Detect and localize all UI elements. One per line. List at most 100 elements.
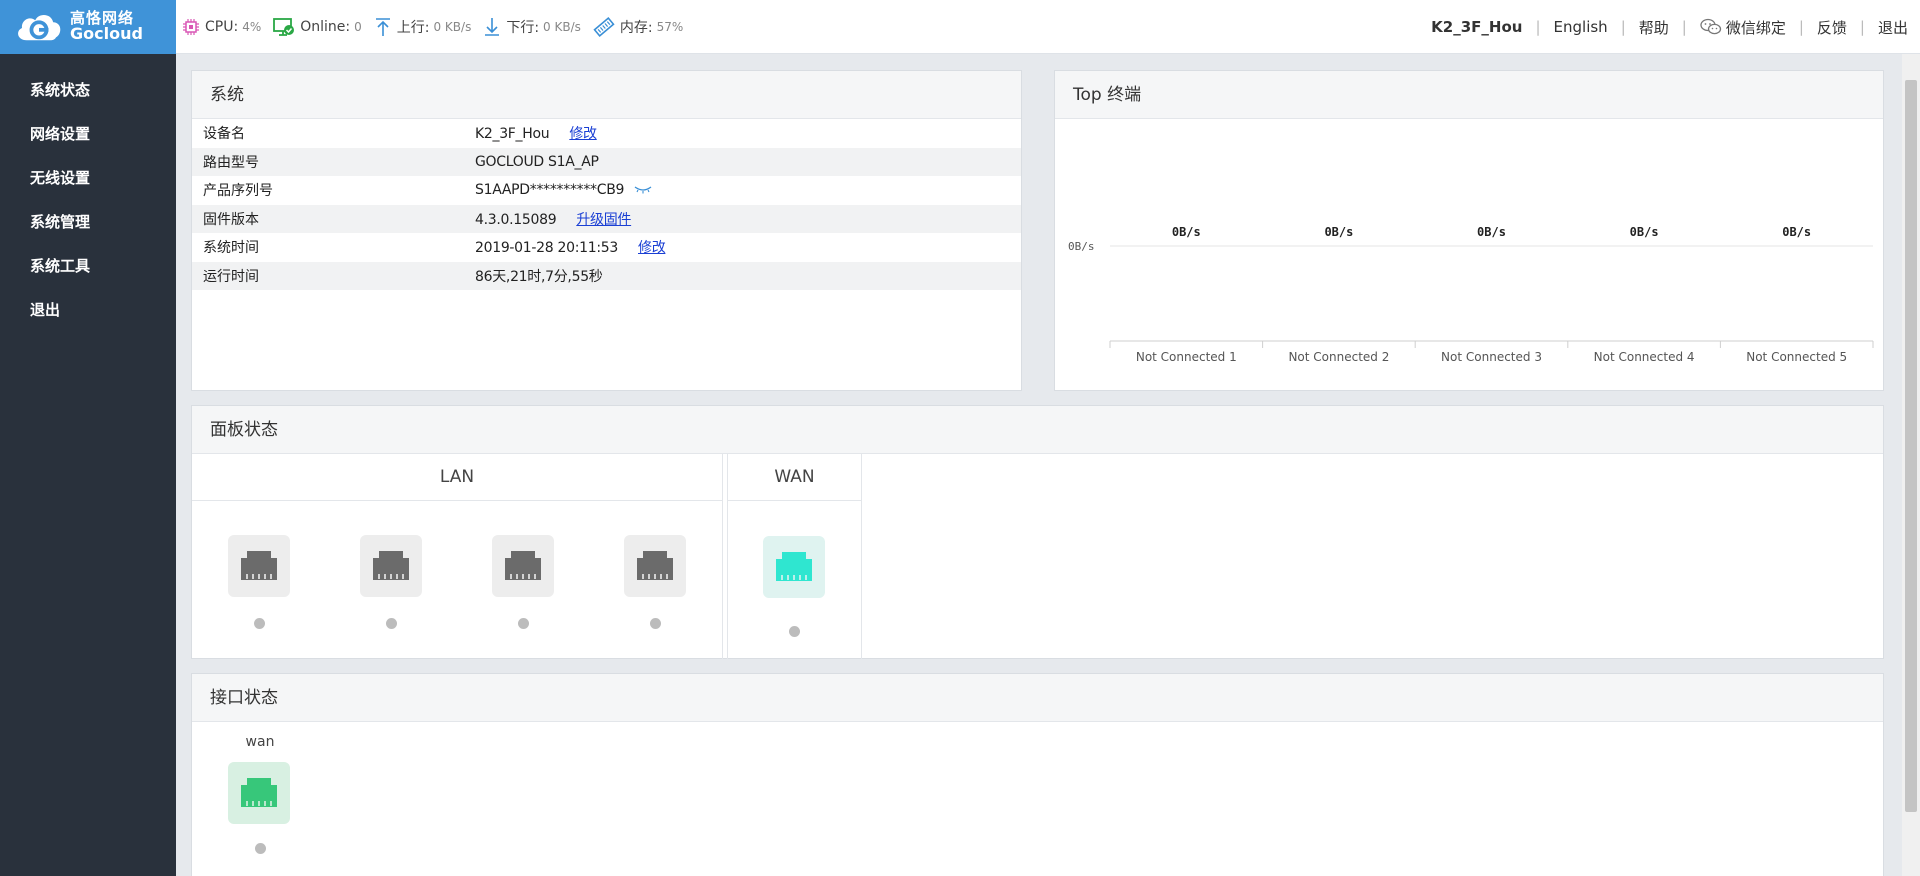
- interface-wan: wan: [228, 734, 292, 854]
- wan-label: WAN: [728, 454, 861, 501]
- divider: |: [1681, 18, 1687, 36]
- bar-value-label: 0B/s: [1172, 225, 1201, 239]
- divider: |: [1620, 18, 1626, 36]
- y-tick-label: 0B/s: [1068, 240, 1095, 253]
- status-strip: CPU: 4% Online: 0 上行: 0 KB/s 下行: 0 KB/s …: [182, 0, 695, 54]
- download-arrow-icon: [485, 18, 500, 36]
- memory-status: 内存: 57%: [593, 17, 683, 37]
- feedback-link[interactable]: 反馈: [1817, 17, 1847, 38]
- table-row: 运行时间 86天,21时,7分,55秒: [192, 261, 1021, 290]
- lan-port-box: [624, 535, 686, 597]
- table-row: 路由型号 GOCLOUD S1A_AP: [192, 147, 1021, 176]
- sidebar-item-system-status[interactable]: 系统状态: [0, 68, 176, 112]
- table-row: 固件版本 4.3.0.15089 升级固件: [192, 204, 1021, 233]
- device-name-key: 设备名: [203, 126, 245, 143]
- ethernet-port-icon: [505, 551, 541, 580]
- online-label: Online:: [300, 19, 351, 35]
- sidebar-item-logout[interactable]: 退出: [0, 288, 176, 332]
- interface-status-panel: 接口状态 wan: [191, 673, 1884, 876]
- uptime-key: 运行时间: [192, 261, 464, 290]
- panel-status-panel: 面板状态 LAN WAN: [191, 405, 1884, 659]
- monitor-check-icon: [273, 18, 295, 36]
- sidebar: 系统状态 网络设置 无线设置 系统管理 系统工具 退出: [0, 54, 176, 876]
- lan-group: LAN: [192, 454, 723, 659]
- page-scrollbar[interactable]: [1902, 54, 1920, 876]
- cpu-status: CPU: 4%: [182, 18, 261, 36]
- lan-status-dot: [386, 618, 397, 629]
- lan-port-3: [492, 535, 554, 629]
- upgrade-firmware-link[interactable]: 升级固件: [576, 212, 631, 228]
- sidebar-item-network-settings[interactable]: 网络设置: [0, 112, 176, 156]
- x-tick-label: Not Connected 2: [1288, 350, 1389, 364]
- online-status: Online: 0: [273, 17, 362, 37]
- firmware-version-key: 固件版本: [192, 204, 464, 233]
- help-link[interactable]: 帮助: [1639, 17, 1669, 38]
- lan-port-box: [228, 535, 290, 597]
- cpu-value: 4%: [242, 20, 262, 34]
- edit-system-time-link[interactable]: 修改: [638, 240, 666, 256]
- sidebar-item-wireless-settings[interactable]: 无线设置: [0, 156, 176, 200]
- lan-port-box: [360, 535, 422, 597]
- divider: |: [1535, 18, 1541, 36]
- wan-interface-dot: [254, 843, 266, 854]
- lan-ports: [192, 501, 722, 658]
- logout-link[interactable]: 退出: [1878, 17, 1908, 38]
- top-menu: K2_3F_Hou | English | 帮助 | 微信绑定 | 反馈 | 退…: [1431, 0, 1908, 54]
- download-label: 下行:: [506, 20, 540, 36]
- sidebar-item-system-tools[interactable]: 系统工具: [0, 244, 176, 288]
- wan-status-dot: [789, 626, 800, 637]
- interface-name: wan: [245, 734, 275, 750]
- brand-logo[interactable]: 高恪网络 Gocloud: [0, 0, 176, 54]
- bar-value-label: 0B/s: [1324, 225, 1353, 239]
- lan-port-2: [360, 535, 422, 629]
- upload-label: 上行:: [396, 20, 430, 36]
- table-row: 产品序列号 S1AAPD**********CB9: [192, 176, 1021, 205]
- eye-closed-icon[interactable]: [634, 185, 652, 195]
- lan-port-1: [228, 535, 290, 629]
- top-terminals-panel: Top 终端 0B/s 0B/s Not Connected 1 0B/s Not Co…: [1054, 70, 1884, 391]
- bar-value-label: 0B/s: [1782, 225, 1811, 239]
- brand-name-en: Gocloud: [70, 24, 143, 44]
- interface-status-title: 接口状态: [192, 674, 1883, 722]
- serial-number-value: S1AAPD**********CB9: [475, 182, 625, 199]
- panel-status-title: 面板状态: [192, 406, 1883, 454]
- download-status: 下行: 0 KB/s: [483, 17, 581, 37]
- cpu-icon: [183, 19, 199, 35]
- upload-value: 0 KB/s: [433, 20, 472, 34]
- ethernet-port-icon: [637, 551, 673, 580]
- x-tick-label: Not Connected 5: [1746, 350, 1847, 364]
- firmware-version-value: 4.3.0.15089: [475, 211, 557, 228]
- ethernet-port-icon: [241, 778, 277, 807]
- upload-arrow-icon: [375, 18, 390, 36]
- top-terminals-title: Top 终端: [1055, 71, 1883, 119]
- divider: |: [1859, 18, 1865, 36]
- wechat-icon: [1700, 18, 1721, 35]
- lan-port-box: [492, 535, 554, 597]
- download-value: 0 KB/s: [543, 20, 581, 34]
- ethernet-port-icon: [241, 551, 277, 580]
- lan-port-4: [624, 535, 686, 629]
- upload-status: 上行: 0 KB/s: [374, 17, 472, 37]
- x-tick-label: Not Connected 4: [1594, 350, 1695, 364]
- x-tick-label: Not Connected 3: [1441, 350, 1542, 364]
- language-link[interactable]: English: [1554, 18, 1608, 36]
- serial-number-key: 产品序列号: [203, 183, 273, 200]
- wan-interface-port: [228, 762, 290, 824]
- ethernet-port-icon: [373, 551, 409, 580]
- wan-port: [763, 536, 825, 598]
- wechat-bind-label: 微信绑定: [1725, 18, 1786, 37]
- system-time-value: 2019-01-28 20:11:53: [475, 240, 618, 257]
- bar-value-label: 0B/s: [1630, 225, 1659, 239]
- table-row: 系统时间 2019-01-28 20:11:53 修改: [192, 233, 1021, 262]
- edit-device-name-link[interactable]: 修改: [569, 126, 597, 142]
- x-tick-label: Not Connected 1: [1136, 350, 1237, 364]
- sidebar-item-system-management[interactable]: 系统管理: [0, 200, 176, 244]
- system-panel: 系统 设备名 K2_3F_Hou 修改 路由型号 GOCLOUD S1A_AP 产…: [191, 70, 1022, 391]
- scrollbar-thumb[interactable]: [1905, 80, 1917, 812]
- ethernet-port-icon: [776, 552, 812, 581]
- router-model-key: 路由型号: [192, 147, 464, 176]
- divider: |: [1798, 18, 1804, 36]
- wechat-bind-link[interactable]: 微信绑定: [1700, 17, 1786, 38]
- system-panel-title: 系统: [192, 71, 1021, 119]
- cloud-logo-icon: [18, 14, 61, 41]
